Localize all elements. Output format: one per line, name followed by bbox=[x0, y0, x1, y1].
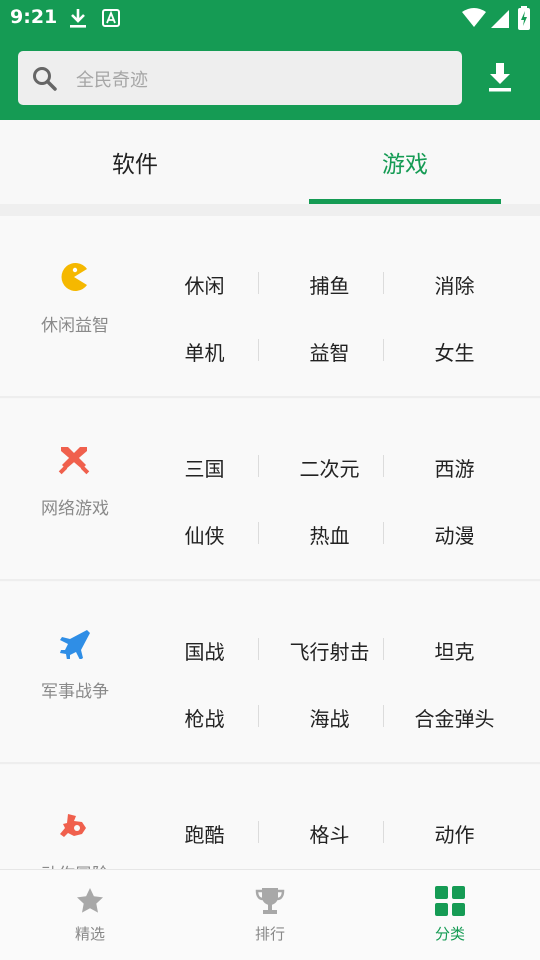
search-placeholder: 全民奇迹 bbox=[76, 70, 148, 91]
category-section: 军事战争 国战 飞行射击 坦克 枪战 海战 合金弹头 bbox=[0, 582, 540, 764]
category-section: 网络游戏 三国 二次元 西游 仙侠 热血 动漫 bbox=[0, 399, 540, 581]
tag-separator bbox=[258, 455, 259, 477]
tag-separator bbox=[258, 705, 259, 727]
tag-item[interactable]: 跑酷 bbox=[142, 819, 267, 848]
category-section: 动作冒险 跑酷 格斗 动作 bbox=[0, 765, 540, 869]
nav-label: 分类 bbox=[434, 925, 465, 943]
tab-software[interactable]: 软件 bbox=[0, 120, 270, 204]
grid-icon bbox=[434, 885, 466, 917]
download-manager-button[interactable] bbox=[482, 59, 518, 95]
tag-item[interactable]: 休闲 bbox=[142, 270, 267, 299]
download-notification-icon bbox=[68, 7, 88, 33]
tag-item[interactable]: 动漫 bbox=[392, 520, 517, 549]
search-icon bbox=[32, 66, 58, 96]
section-divider bbox=[0, 204, 540, 216]
nav-label: 排行 bbox=[254, 925, 285, 943]
category-list: 休闲益智 休闲 捕鱼 消除 单机 益智 女生 网络游戏 三国 二次元 西游 仙侠… bbox=[0, 216, 540, 869]
tag-item[interactable]: 西游 bbox=[392, 453, 517, 482]
tag-item[interactable]: 坦克 bbox=[392, 636, 517, 665]
tag-separator bbox=[258, 339, 259, 361]
tag-item[interactable]: 国战 bbox=[142, 636, 267, 665]
tag-item[interactable]: 动作 bbox=[392, 819, 517, 848]
tag-item[interactable]: 热血 bbox=[267, 520, 392, 549]
nav-ranking[interactable]: 排行 bbox=[180, 870, 360, 960]
download-icon bbox=[489, 63, 511, 92]
tag-separator bbox=[383, 705, 384, 727]
category-tabs: 软件 游戏 bbox=[0, 120, 540, 204]
bottom-navigation: 精选 排行 分类 bbox=[0, 869, 540, 960]
tab-games[interactable]: 游戏 bbox=[270, 120, 540, 204]
tag-item[interactable]: 捕鱼 bbox=[267, 270, 392, 299]
tag-item[interactable]: 二次元 bbox=[267, 453, 392, 482]
tag-item[interactable]: 益智 bbox=[267, 337, 392, 366]
fist-icon bbox=[58, 810, 90, 842]
nav-category[interactable]: 分类 bbox=[360, 870, 540, 960]
tag-item[interactable]: 消除 bbox=[392, 270, 517, 299]
nav-featured[interactable]: 精选 bbox=[0, 870, 180, 960]
wifi-icon bbox=[462, 8, 486, 32]
tag-item[interactable]: 枪战 bbox=[142, 703, 267, 732]
tag-separator bbox=[258, 821, 259, 843]
tag-item[interactable]: 单机 bbox=[142, 337, 267, 366]
tag-separator bbox=[383, 821, 384, 843]
tag-item[interactable]: 三国 bbox=[142, 453, 267, 482]
app-header: 全民奇迹 bbox=[0, 37, 540, 120]
pacman-icon bbox=[58, 261, 90, 293]
tag-separator bbox=[383, 522, 384, 544]
status-bar: 9:21 bbox=[0, 0, 540, 37]
app-notification-icon bbox=[102, 9, 120, 31]
tag-separator bbox=[258, 272, 259, 294]
tag-item[interactable]: 海战 bbox=[267, 703, 392, 732]
trophy-icon bbox=[254, 885, 286, 917]
nav-label: 精选 bbox=[74, 925, 105, 943]
category-label[interactable]: 休闲益智 bbox=[0, 311, 150, 336]
status-time: 9:21 bbox=[10, 6, 58, 28]
tag-item[interactable]: 女生 bbox=[392, 337, 517, 366]
tag-item[interactable]: 飞行射击 bbox=[267, 636, 392, 665]
category-label[interactable]: 军事战争 bbox=[0, 677, 150, 702]
tag-item[interactable]: 合金弹头 bbox=[392, 703, 517, 732]
tag-separator bbox=[258, 638, 259, 660]
tag-separator bbox=[383, 638, 384, 660]
tag-item[interactable]: 格斗 bbox=[267, 819, 392, 848]
search-input[interactable]: 全民奇迹 bbox=[18, 51, 462, 105]
category-section: 休闲益智 休闲 捕鱼 消除 单机 益智 女生 bbox=[0, 216, 540, 398]
category-label[interactable]: 动作冒险 bbox=[0, 860, 150, 869]
tag-separator bbox=[383, 272, 384, 294]
fighter-jet-icon bbox=[58, 627, 90, 660]
tag-separator bbox=[383, 455, 384, 477]
crossed-swords-icon bbox=[58, 444, 90, 476]
tag-item[interactable]: 仙侠 bbox=[142, 520, 267, 549]
tag-separator bbox=[383, 339, 384, 361]
signal-icon bbox=[490, 7, 510, 33]
category-label[interactable]: 网络游戏 bbox=[0, 494, 150, 519]
star-icon bbox=[74, 885, 106, 917]
battery-icon bbox=[518, 6, 530, 34]
tag-separator bbox=[258, 522, 259, 544]
